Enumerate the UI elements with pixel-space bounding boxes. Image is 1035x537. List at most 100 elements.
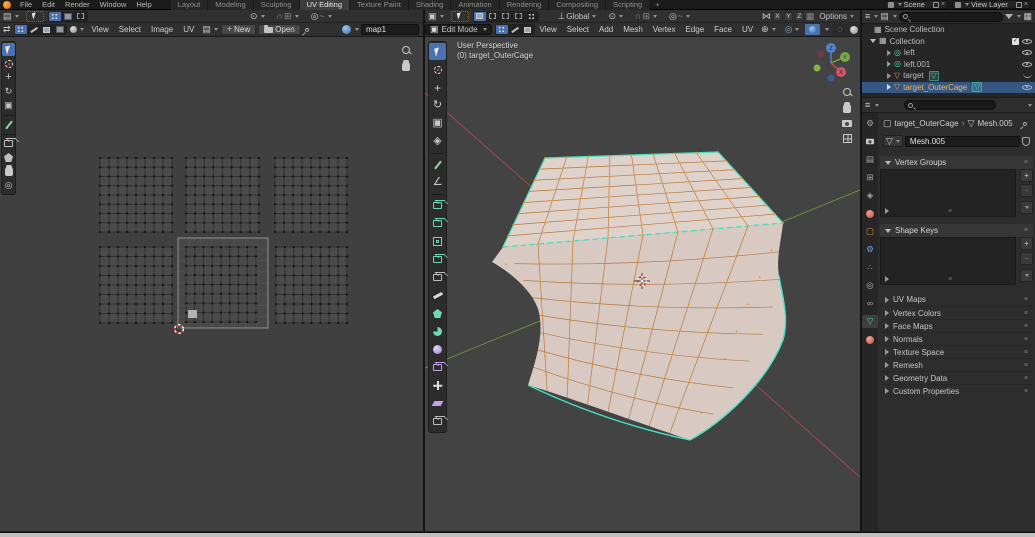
tab-tool[interactable] (862, 117, 878, 130)
vp-menu-edge[interactable]: Edge (680, 24, 709, 36)
tool-rip-region[interactable] (429, 413, 446, 430)
new-collection-icon[interactable] (1023, 12, 1032, 21)
outliner-search-input[interactable] (899, 12, 1004, 22)
tool-bevel[interactable] (429, 251, 446, 268)
tool-transform[interactable] (429, 133, 446, 150)
tool-edge-slide[interactable] (429, 359, 446, 376)
tool-smooth[interactable] (429, 341, 446, 358)
filter-expand-icon[interactable] (885, 276, 889, 282)
mirror-y-button[interactable]: Y (784, 12, 793, 21)
shape-keys-panel-header[interactable]: Shape Keys (880, 224, 1033, 237)
tool-annotate[interactable] (429, 156, 446, 173)
tool-shrink-fatten[interactable] (429, 377, 446, 394)
uv-edge-mode-button[interactable] (28, 25, 40, 34)
panel-menu-icon[interactable] (1024, 323, 1028, 330)
properties-editor-icon[interactable] (865, 101, 870, 110)
hide-object-eye-icon[interactable] (1022, 48, 1032, 57)
menu-render[interactable]: Render (60, 0, 95, 10)
pan-hand-icon[interactable] (402, 62, 410, 71)
tab-physics[interactable] (862, 279, 878, 292)
select-box-pill[interactable] (474, 12, 486, 21)
new-scene-icon[interactable] (933, 2, 939, 8)
uv-sticky-select-button[interactable] (67, 26, 87, 33)
vertex-group-specials-button[interactable] (1020, 201, 1033, 214)
expand-icon[interactable] (870, 39, 876, 43)
panel-menu-icon[interactable] (1024, 227, 1028, 234)
uv-select-half-button[interactable] (62, 12, 74, 21)
edge-select-button[interactable] (509, 25, 521, 34)
tab-scene[interactable] (862, 189, 878, 202)
tool-add-cube[interactable] (429, 197, 446, 214)
tool-spin[interactable] (429, 323, 446, 340)
select-pill-4[interactable] (513, 12, 525, 21)
uv-tool-move[interactable] (2, 71, 15, 84)
uv-pivot-button[interactable] (247, 12, 268, 21)
uv-select-corner-button[interactable] (75, 12, 87, 21)
new-view-layer-icon[interactable] (1016, 2, 1022, 8)
panel-texture-space[interactable]: Texture Space (880, 345, 1033, 358)
outliner-row-left-001[interactable]: left.001 (862, 59, 1035, 71)
tab-uv-editing[interactable]: UV Editing (300, 0, 350, 10)
uv-face-mode-button[interactable] (41, 25, 53, 34)
panel-custom-properties[interactable]: Custom Properties (880, 384, 1033, 397)
tab-compositing[interactable]: Compositing (549, 0, 606, 10)
tool-scale[interactable] (429, 115, 446, 132)
unlink-scene-icon[interactable] (941, 1, 945, 9)
blender-logo-icon[interactable] (3, 1, 11, 9)
uv-select-grid-button[interactable] (49, 12, 61, 21)
outliner-row-scene-collection[interactable]: Scene Collection (862, 24, 1035, 36)
outliner-row-target[interactable]: target (862, 70, 1035, 82)
tab-output[interactable] (862, 153, 878, 166)
vp-menu-add[interactable]: Add (594, 24, 618, 36)
face-select-button[interactable] (522, 25, 534, 34)
uv-image-browse-button[interactable] (199, 25, 221, 34)
camera-view-icon[interactable] (842, 120, 852, 127)
gizmos-dropdown[interactable] (758, 25, 779, 34)
tab-modifiers[interactable] (862, 243, 878, 256)
viewport-editor-type-button[interactable] (425, 12, 447, 21)
proportional-edit-toggle[interactable] (666, 12, 693, 21)
editor-divider[interactable] (860, 10, 862, 531)
tab-rendering[interactable]: Rendering (500, 0, 550, 10)
image-name-field[interactable]: map1 (361, 24, 419, 35)
uv-menu-uv[interactable]: UV (178, 24, 199, 36)
transform-orientation-dropdown[interactable]: Global (555, 12, 600, 21)
tab-sculpting[interactable]: Sculpting (254, 0, 300, 10)
overlays-dropdown[interactable] (782, 25, 803, 34)
pan-hand-icon[interactable] (843, 104, 851, 113)
pin-icon[interactable] (304, 27, 310, 33)
fake-user-shield-icon[interactable] (1022, 137, 1030, 146)
select-pill-2[interactable] (487, 12, 499, 21)
vertex-groups-panel-header[interactable]: Vertex Groups (880, 156, 1033, 169)
tab-object-data[interactable] (862, 315, 878, 328)
properties-search-input[interactable] (904, 100, 996, 110)
tab-shading[interactable]: Shading (409, 0, 452, 10)
list-resize-grip[interactable] (948, 276, 952, 283)
zoom-icon[interactable] (401, 45, 411, 55)
vp-menu-mesh[interactable]: Mesh (618, 24, 648, 36)
panel-remesh[interactable]: Remesh (880, 358, 1033, 371)
view-layer-selector[interactable]: View Layer (952, 0, 1031, 9)
tool-extrude[interactable] (429, 215, 446, 232)
remove-vertex-group-button[interactable] (1020, 184, 1033, 197)
uv-tool-select[interactable] (2, 43, 15, 56)
uv-new-image-button[interactable]: New (221, 24, 256, 35)
uv-menu-image[interactable]: Image (146, 24, 178, 36)
hide-object-eye-icon[interactable] (1022, 60, 1032, 69)
panel-menu-icon[interactable] (1024, 362, 1028, 369)
remove-view-layer-icon[interactable] (1024, 1, 1028, 9)
tab-view-layer[interactable] (862, 171, 878, 184)
panel-uv-maps[interactable]: UV Maps (880, 293, 1033, 306)
zoom-icon[interactable] (842, 87, 852, 97)
panel-vertex-colors[interactable]: Vertex Colors (880, 306, 1033, 319)
image-channels-icon[interactable] (342, 25, 351, 34)
uv-tool-rip[interactable] (2, 137, 15, 150)
snap-toggle[interactable] (632, 12, 660, 21)
tool-inset[interactable] (429, 233, 446, 250)
pivot-point-dropdown[interactable] (605, 12, 626, 21)
panel-menu-icon[interactable] (1024, 296, 1028, 303)
breadcrumb-data[interactable]: Mesh.005 (977, 119, 1012, 128)
tab-modeling[interactable]: Modeling (208, 0, 253, 10)
vertex-groups-list[interactable] (880, 169, 1016, 217)
panel-menu-icon[interactable] (1024, 388, 1028, 395)
